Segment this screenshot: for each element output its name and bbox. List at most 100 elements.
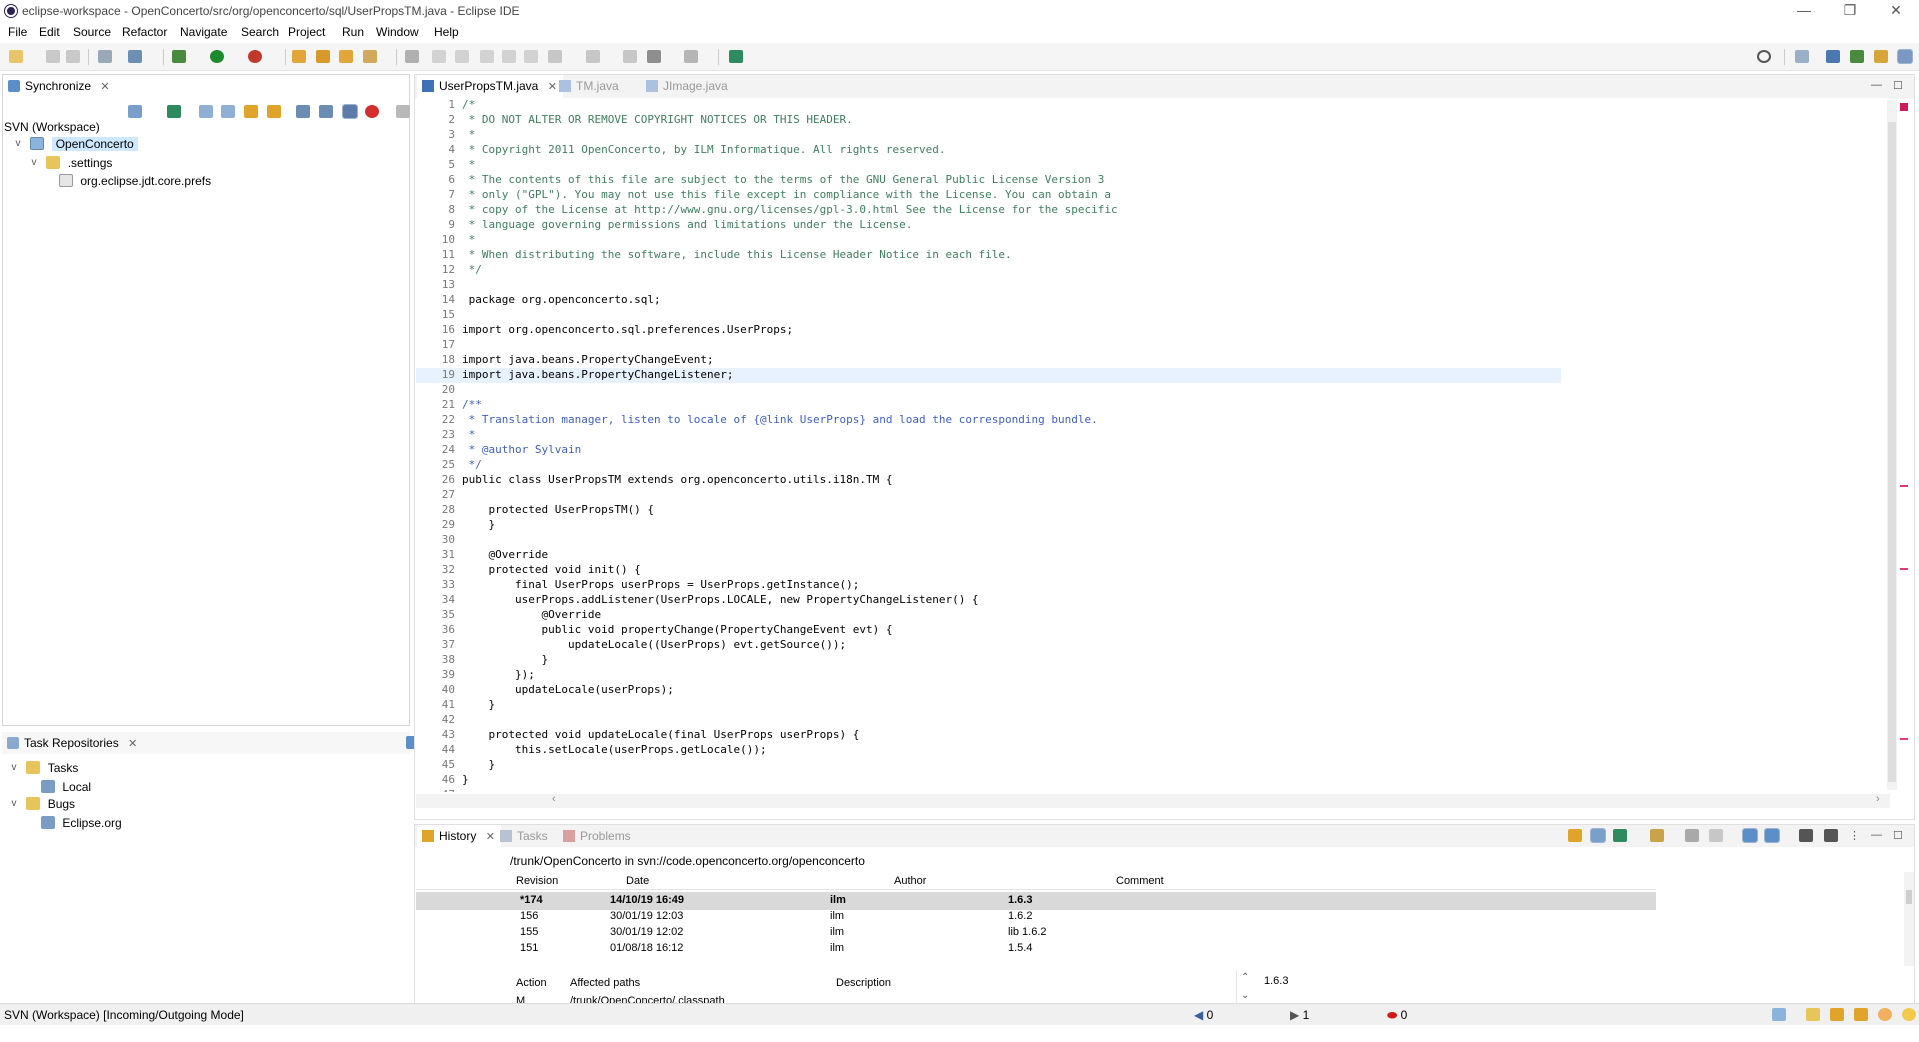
column-author[interactable]: Author xyxy=(894,875,926,887)
code-line[interactable]: 33 final UserProps userProps = UserProps… xyxy=(416,578,1561,593)
history-scrollbar[interactable] xyxy=(1904,872,1914,966)
scroll-left-icon[interactable]: ‹ xyxy=(552,793,556,805)
code-editor[interactable]: 1 /* 2 * DO NOT ALTER OR REMOVE COPYRIGHT … xyxy=(416,98,1890,792)
code-line[interactable]: 17 xyxy=(416,338,1561,353)
new-class-icon[interactable] xyxy=(339,50,353,63)
code-line[interactable]: 47 xyxy=(416,788,1561,792)
prev-annotation-icon[interactable] xyxy=(586,50,600,63)
java-perspective-icon[interactable] xyxy=(1826,50,1840,63)
pin-editor-icon[interactable] xyxy=(729,50,743,63)
code-line[interactable]: 8 * copy of the License at http://www.gn… xyxy=(416,203,1561,218)
view-menu-icon[interactable]: ⋮ xyxy=(1849,829,1860,842)
error-summary-icon[interactable] xyxy=(1900,103,1908,111)
new-package-icon[interactable] xyxy=(316,50,330,63)
chevron-down-icon[interactable]: v xyxy=(8,798,20,809)
tree-item-settings[interactable]: v .settings xyxy=(28,155,113,173)
show-affected-paths-icon[interactable] xyxy=(1764,828,1780,843)
code-line[interactable]: 11 * When distributing the software, inc… xyxy=(416,248,1561,263)
incoming-mode-icon[interactable] xyxy=(296,105,310,118)
code-line[interactable]: 12 */ xyxy=(416,263,1561,278)
column-description[interactable]: Description xyxy=(836,977,891,989)
code-line[interactable]: 16 import org.openconcerto.sql.preference… xyxy=(416,323,1561,338)
pin-history-icon[interactable] xyxy=(1613,829,1627,842)
scroll-down-icon[interactable]: ⌄ xyxy=(1241,990,1249,1001)
status-tool-icon[interactable] xyxy=(1772,1008,1786,1021)
minimize-editor-button[interactable]: — xyxy=(1871,79,1882,91)
scroll-up-icon[interactable]: ⌃ xyxy=(1241,972,1249,983)
menu-refactor[interactable]: Refactor xyxy=(122,25,167,39)
pin-icon[interactable] xyxy=(167,105,181,118)
open-type-icon[interactable] xyxy=(128,50,142,63)
code-line[interactable]: 27 xyxy=(416,488,1561,503)
show-comments-icon[interactable] xyxy=(1742,828,1758,843)
status-tool-icon[interactable] xyxy=(1830,1008,1844,1021)
code-line[interactable]: 38 } xyxy=(416,653,1561,668)
error-marker[interactable] xyxy=(1900,485,1908,487)
last-edit-icon[interactable] xyxy=(623,50,637,63)
code-line[interactable]: 23 * xyxy=(416,428,1561,443)
code-line[interactable]: 3 * xyxy=(416,128,1561,143)
code-line[interactable]: 39 }); xyxy=(416,668,1561,683)
tree-item-tasks[interactable]: v Tasks xyxy=(8,760,79,778)
tab-jimage-java[interactable]: JImage.java xyxy=(641,75,734,99)
collapse-all-icon[interactable] xyxy=(1685,829,1699,842)
link-with-editor-icon[interactable] xyxy=(1590,828,1606,843)
chevron-down-icon[interactable]: v xyxy=(12,138,24,149)
code-line[interactable]: 4 * Copyright 2011 OpenConcerto, by ILM … xyxy=(416,143,1561,158)
code-line[interactable]: 21 /** xyxy=(416,398,1561,413)
tab-history[interactable]: History ✕ xyxy=(417,825,501,847)
collapse-all-icon[interactable] xyxy=(221,105,235,118)
conflicts-mode-icon[interactable] xyxy=(365,105,379,118)
tab-synchronize[interactable]: Synchronize ✕ xyxy=(3,75,116,97)
print-icon[interactable] xyxy=(98,50,112,63)
code-line[interactable]: 29 } xyxy=(416,518,1561,533)
next-annotation-icon[interactable] xyxy=(548,50,562,63)
editor-horizontal-scrollbar[interactable]: ‹ › xyxy=(416,793,1890,808)
menu-search[interactable]: Search xyxy=(241,25,279,39)
code-line[interactable]: 14 package org.openconcerto.sql; xyxy=(416,293,1561,308)
menu-file[interactable]: File xyxy=(8,25,27,39)
expand-all-icon[interactable] xyxy=(199,105,213,118)
menu-window[interactable]: Window xyxy=(376,25,419,39)
tab-userpropstm-java[interactable]: UserPropsTM.java ✕ xyxy=(417,75,563,99)
close-icon[interactable]: ✕ xyxy=(486,831,495,843)
code-line[interactable]: 26 public class UserPropsTM extends org.o… xyxy=(416,473,1561,488)
code-line[interactable]: 35 @Override xyxy=(416,608,1561,623)
code-line[interactable]: 32 protected void init() { xyxy=(416,563,1561,578)
refresh-history-icon[interactable] xyxy=(1568,829,1582,842)
scroll-right-icon[interactable]: › xyxy=(1876,793,1880,805)
status-tool-icon[interactable] xyxy=(1854,1008,1868,1021)
menu-help[interactable]: Help xyxy=(434,25,459,39)
tree-item-openconcerto[interactable]: v OpenConcerto xyxy=(12,136,412,154)
code-line[interactable]: 28 protected UserPropsTM() { xyxy=(416,503,1561,518)
close-icon[interactable]: ✕ xyxy=(100,81,109,93)
code-line[interactable]: 42 xyxy=(416,713,1561,728)
code-line[interactable]: 30 xyxy=(416,533,1561,548)
open-perspective-icon[interactable] xyxy=(1795,50,1809,63)
menu-run[interactable]: Run xyxy=(342,25,364,39)
annotation-icon[interactable] xyxy=(432,50,446,63)
close-window-button[interactable]: ✕ xyxy=(1873,0,1919,22)
show-all-icon[interactable] xyxy=(1824,829,1838,842)
column-affected-paths[interactable]: Affected paths xyxy=(570,977,640,989)
new-java-project-icon[interactable] xyxy=(292,50,306,63)
forward-icon[interactable] xyxy=(684,50,698,63)
tab-problems[interactable]: Problems xyxy=(558,825,637,847)
code-line[interactable]: 18 import java.beans.PropertyChangeEvent; xyxy=(416,353,1561,368)
code-line[interactable]: 40 updateLocale(userProps); xyxy=(416,683,1561,698)
debug-icon[interactable] xyxy=(172,50,186,63)
tree-item-prefs-file[interactable]: org.eclipse.jdt.core.prefs xyxy=(56,173,211,191)
next-difference-icon[interactable] xyxy=(244,105,258,118)
search-tool-icon[interactable] xyxy=(363,50,377,63)
tab-tm-java[interactable]: TM.java xyxy=(554,75,625,99)
column-action[interactable]: Action xyxy=(516,977,547,989)
code-line[interactable]: 7 * only ("GPL"). You may not use this f… xyxy=(416,188,1561,203)
incoming-outgoing-mode-icon[interactable] xyxy=(342,104,358,119)
chevron-down-icon[interactable]: v xyxy=(8,762,20,773)
code-line[interactable]: 43 protected void updateLocale(final Use… xyxy=(416,728,1561,743)
code-line[interactable]: 13 xyxy=(416,278,1561,293)
search-icon[interactable] xyxy=(1757,50,1771,63)
overview-ruler[interactable] xyxy=(1897,100,1911,788)
previous-difference-icon[interactable] xyxy=(267,105,281,118)
close-icon[interactable]: ✕ xyxy=(128,738,137,750)
